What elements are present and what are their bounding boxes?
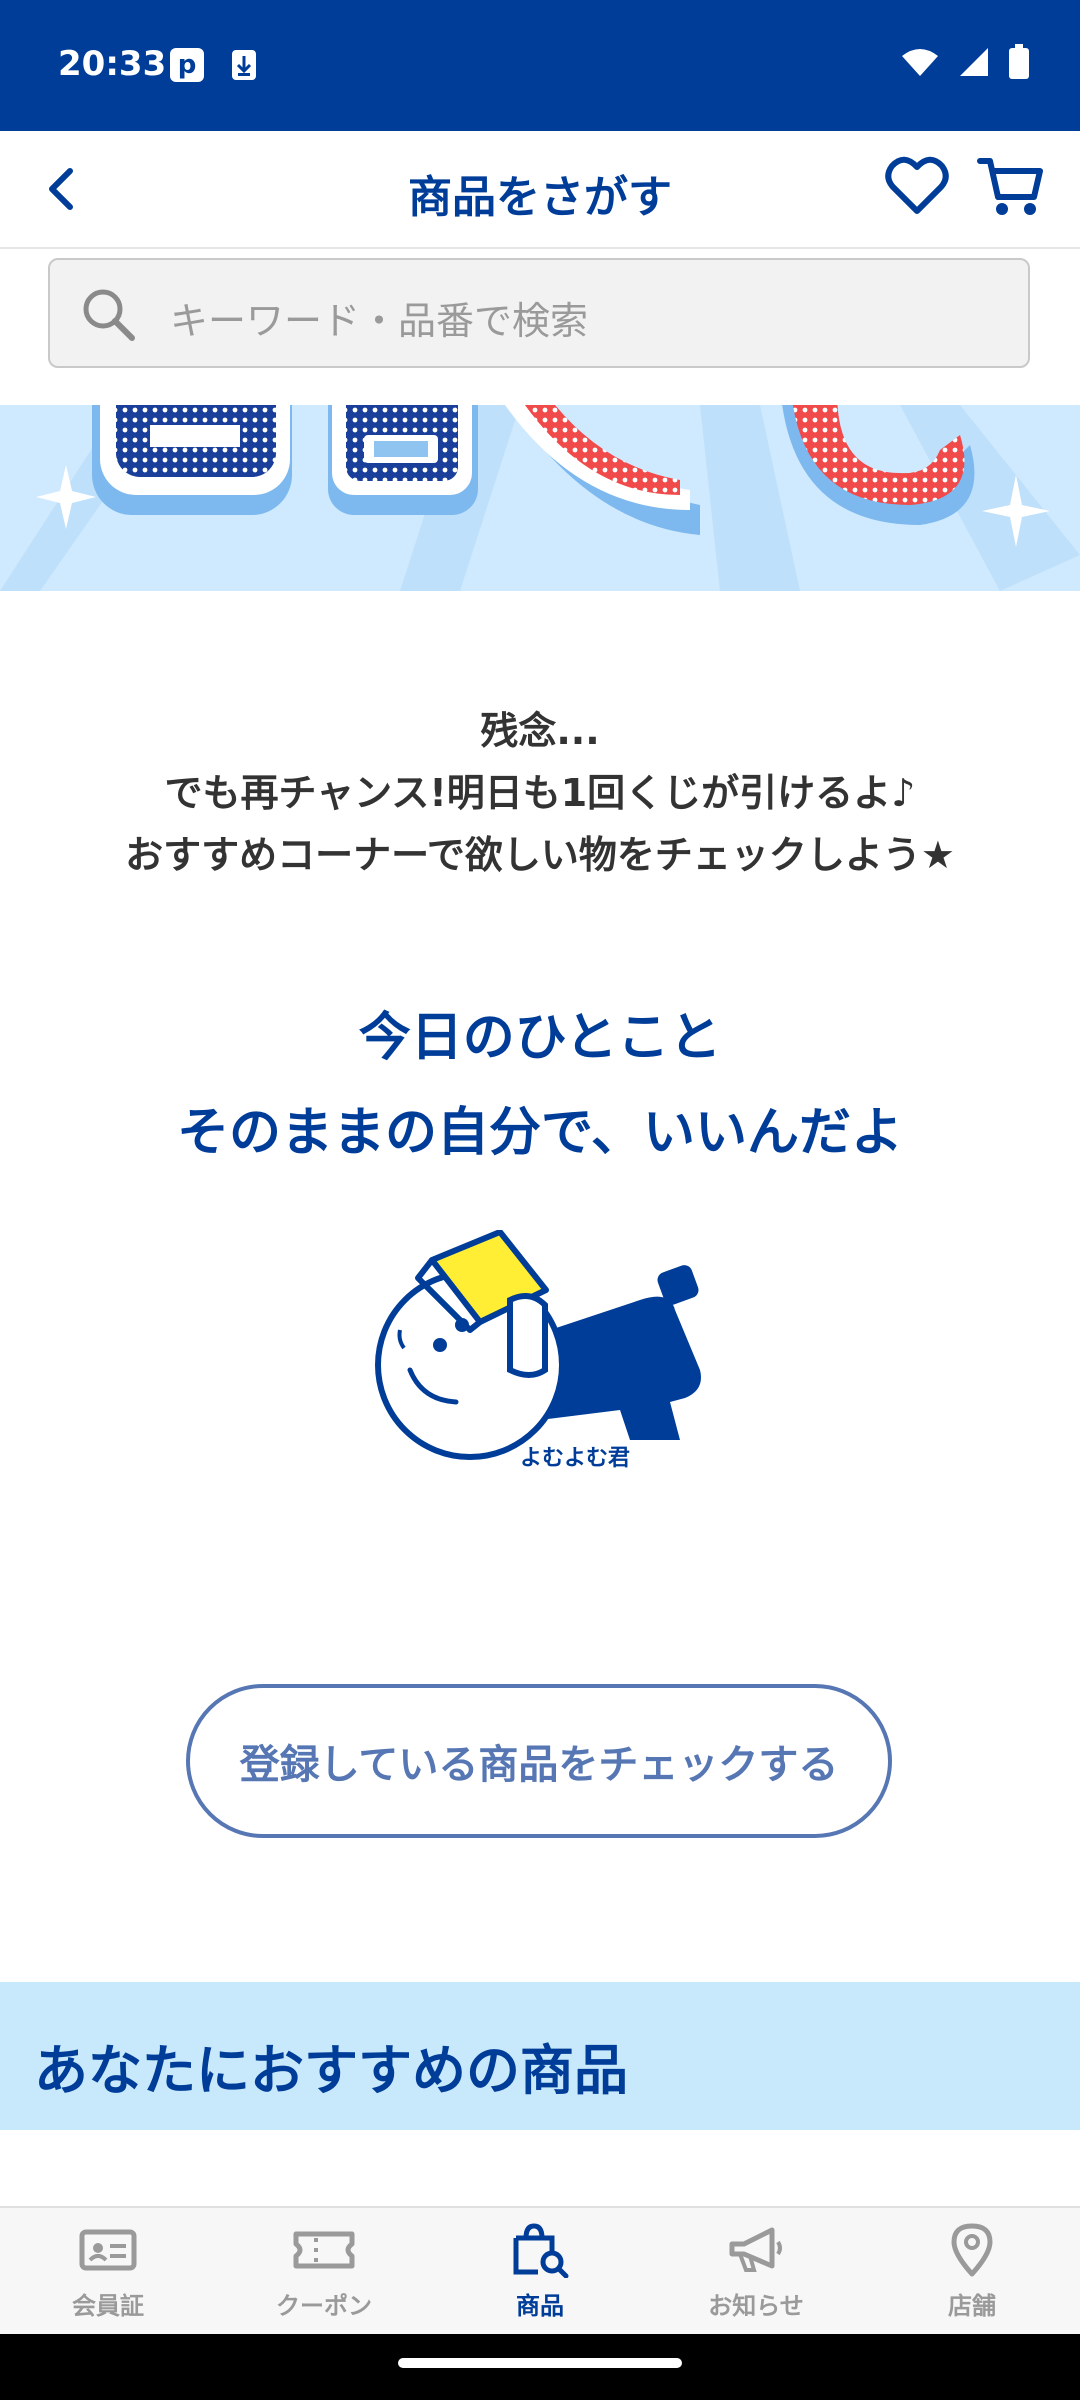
megaphone-icon xyxy=(729,2227,782,2272)
download-icon xyxy=(230,48,258,86)
cart-icon[interactable] xyxy=(976,153,1046,219)
battery-icon xyxy=(1009,44,1029,79)
hitokoto-text: そのままの自分で、いいんだよ xyxy=(177,1103,903,1163)
nav-coupon[interactable]: クーポン xyxy=(216,2222,432,2332)
system-navigation-bar xyxy=(0,2334,1080,2400)
nav-products[interactable]: 商品 xyxy=(432,2222,648,2332)
mascot-name: よむよむ君 xyxy=(520,1446,631,1471)
nav-label: 店舗 xyxy=(948,2292,996,2320)
message-line-3: おすすめコーナーで欲しい物をチェックしよう★ xyxy=(125,833,955,877)
bottom-navigation: 会員証 クーポン 商品 お知らせ 店舗 xyxy=(0,2206,1080,2336)
message-line-2: でも再チャンス!明日も1回くじが引けるよ♪ xyxy=(164,771,916,815)
shopping-bag-search-icon xyxy=(513,2223,569,2278)
coupon-icon xyxy=(293,2231,355,2269)
nav-member-card[interactable]: 会員証 xyxy=(0,2222,216,2332)
nav-label: クーポン xyxy=(276,2292,372,2320)
message-line-1: 残念... xyxy=(480,709,600,753)
nav-label: お知らせ xyxy=(708,2292,804,2320)
nav-label: 商品 xyxy=(516,2292,564,2320)
status-time: 20:33 xyxy=(58,44,167,84)
nav-stores[interactable]: 店舗 xyxy=(864,2222,1080,2332)
lottery-banner-image xyxy=(0,405,1080,591)
home-gesture-handle[interactable] xyxy=(398,2358,682,2368)
favorite-heart-icon[interactable] xyxy=(884,153,950,219)
search-input[interactable]: キーワード・品番で検索 xyxy=(48,258,1030,368)
status-bar: 20:33 p xyxy=(0,0,1080,131)
recommend-section-header: あなたにおすすめの商品 xyxy=(0,1982,1080,2130)
parking-icon: p xyxy=(170,48,204,82)
member-card-icon xyxy=(79,2229,137,2271)
lottery-result-message: 残念... でも再チャンス!明日も1回くじが引けるよ♪ おすすめコーナーで欲しい… xyxy=(0,700,1080,886)
signal-icon xyxy=(960,48,988,76)
search-placeholder: キーワード・品番で検索 xyxy=(170,299,589,343)
hitokoto-heading: 今日のひとこと xyxy=(358,1008,722,1068)
wifi-icon xyxy=(902,49,938,76)
app-bar: 商品をさがす xyxy=(0,131,1080,249)
nav-news[interactable]: お知らせ xyxy=(648,2222,864,2332)
check-registered-items-button[interactable]: 登録している商品をチェックする xyxy=(186,1684,892,1838)
recommend-title: あなたにおすすめの商品 xyxy=(34,2039,628,2102)
location-pin-icon xyxy=(951,2223,993,2277)
nav-label: 会員証 xyxy=(72,2292,144,2320)
search-icon xyxy=(83,289,135,341)
